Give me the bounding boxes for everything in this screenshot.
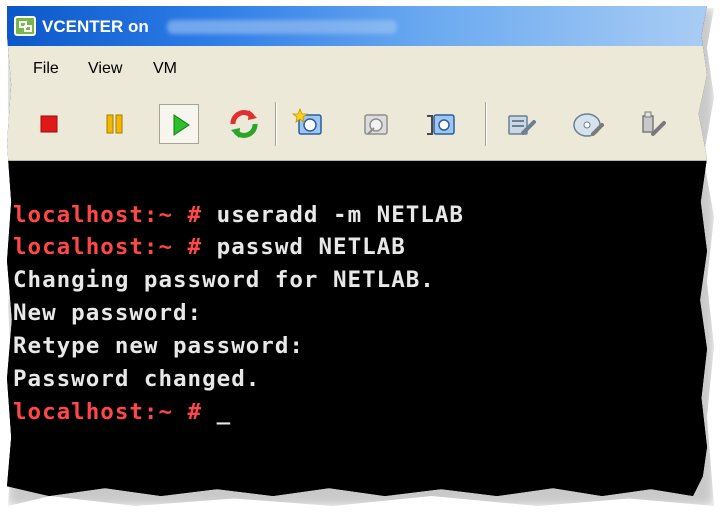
window-title: VCENTER on [42,17,149,36]
redacted-host-name [167,20,397,34]
cd-dvd-button[interactable] [567,104,607,144]
vm-console-window: VCENTER on File View VM localhost:~ # us… [7,6,707,496]
revert-snapshot-icon [364,114,388,135]
power-on-button[interactable] [159,104,199,144]
reset-icon [230,110,258,138]
usb-devices-button[interactable] [633,104,673,144]
shell-prompt: localhost:~ # [13,202,203,228]
console-text: Changing password for NETLAB. [13,267,435,293]
menu-view[interactable]: View [88,60,122,78]
edit-settings-icon [508,115,536,135]
suspend-button[interactable] [95,104,135,144]
console-text: New password: [13,300,203,326]
console-text: passwd NETLAB [202,234,406,260]
console-cursor: _ [202,399,232,425]
console-line: Retype new password: [13,335,304,358]
console-text: useradd -m NETLAB [202,202,464,228]
reset-button[interactable] [224,104,264,144]
menu-bar: File View VM [7,46,707,88]
console-line: Changing password for NETLAB. [13,269,435,292]
revert-snapshot-button[interactable] [355,104,395,144]
stop-square-icon [40,115,58,133]
snapshot-icon [291,107,322,135]
console-text: Password changed. [13,366,261,392]
vsphere-console-icon [14,16,36,36]
pause-icon [106,114,123,134]
menu-vm[interactable]: VM [153,60,177,78]
usb-icon [642,111,666,136]
snapshot-manager-button[interactable] [421,104,461,144]
console-line: localhost:~ # _ [13,401,231,424]
toolbar [7,88,707,161]
toolbar-separator [275,102,277,146]
console-text: Retype new password: [13,333,304,359]
toolbar-separator [485,102,487,146]
menu-file[interactable]: File [33,60,59,78]
disc-icon [573,113,604,137]
vm-console-screen[interactable]: localhost:~ # useradd -m NETLAB localhos… [7,161,707,496]
snapshot-manager-icon [427,114,455,135]
title-bar[interactable]: VCENTER on [7,6,707,46]
console-line: localhost:~ # passwd NETLAB [13,236,406,259]
power-off-button[interactable] [30,104,70,144]
shell-prompt: localhost:~ # [13,234,203,260]
shell-prompt: localhost:~ # [13,399,203,425]
play-icon [173,114,190,136]
console-line: localhost:~ # useradd -m NETLAB [13,204,464,227]
edit-settings-button[interactable] [501,104,541,144]
console-line: New password: [13,302,202,325]
take-snapshot-button[interactable] [289,104,329,144]
console-line: Password changed. [13,368,260,391]
